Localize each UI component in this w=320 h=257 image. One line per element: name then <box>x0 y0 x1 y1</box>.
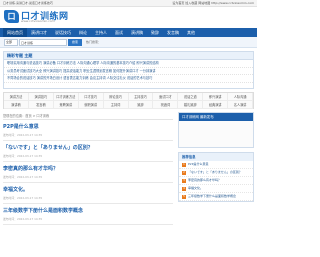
article-title-link[interactable]: 李密真的那么有才华吗？ <box>3 166 173 173</box>
article-title-link[interactable]: 「ないです」と「ありません」の区別？ <box>3 145 173 152</box>
nav-item-debate[interactable]: 辩论 <box>75 28 91 37</box>
category-link[interactable]: 面试口才 <box>153 93 179 100</box>
topics-section: 精彩专题 主题 职场实用沟通与说话技巧 演讲必备 口才训练方法 人际沟通心理学 … <box>3 51 254 89</box>
site-tagline: 口才训练,演讲口才,说话口才训练技巧 <box>3 1 53 5</box>
hot-search-label: 热门搜索： <box>86 40 102 44</box>
nav-item-skills[interactable]: 说话技巧 <box>51 28 75 37</box>
list-item: 「ないです」と「ありません」の区別？ 发布时间：2022-03-17 14:35 <box>3 141 173 162</box>
nav-item-home[interactable]: 网站首页 <box>3 28 27 37</box>
list-item: P2P是什么意思 发布时间：2022-03-17 14:35 <box>3 120 173 141</box>
sidebar-item[interactable]: 3 李密真的那么有才华吗？ <box>179 177 253 185</box>
category-link[interactable]: 就职演讲 <box>79 101 104 108</box>
recommend-box: 推荐信息 1 P2P是什么意思 2 「ないです」と「ありません」の区别？ 3 李密真的… <box>178 152 254 202</box>
top-info-bar: 口才训练,演讲口才,说话口才训练技巧 设为首页 加入收藏 网站地图 http:/… <box>0 0 257 7</box>
article-title-link[interactable]: 三年级数学下册什么是面积数学概念 <box>3 208 173 215</box>
topics-row[interactable]: 职场实用沟通与说话技巧 演讲必备 口才训练方法 人际沟通心理学 人际沟通的基本技… <box>4 60 253 68</box>
category-link[interactable]: 竞聘演讲 <box>54 101 79 108</box>
article-meta: 发布时间：2022-03-17 14:35 <box>3 154 43 158</box>
category-link[interactable]: 演讲方法 <box>4 93 29 100</box>
top-links[interactable]: 设为首页 加入收藏 网站地图 http://www.cctvxiaomin.co… <box>172 0 254 7</box>
category-link[interactable]: 婚礼致辞 <box>178 101 204 108</box>
recommend-box-title: 推荐信息 <box>179 153 253 161</box>
category-row: 演讲方法 演讲技巧 口才训练方法 口才技巧 辩论技巧 主持技巧 面试口才 说话之… <box>4 93 254 101</box>
sidebar-item[interactable]: 1 P2P是什么意思 <box>179 161 253 169</box>
main-nav: 网站首页 演讲口才 说话技巧 辩论 主持人 面试 演讲稿 致辞 发言稿 其他 <box>0 28 257 37</box>
topics-title: 精彩专题 主题 <box>4 52 253 60</box>
rank-badge: 5 <box>182 195 186 199</box>
nav-item-speech-draft[interactable]: 演讲稿 <box>127 28 147 37</box>
rank-badge: 2 <box>182 171 186 175</box>
article-list: 您现在的位置：首页 > 口才训练 P2P是什么意思 发布时间：2022-03-1… <box>3 112 173 257</box>
category-link[interactable]: 演讲技巧 <box>29 93 54 100</box>
category-row: 演讲稿 发言稿 竞聘演讲 就职演讲 主持词 致辞 祝酒词 婚礼致辞 经典演讲 名… <box>4 101 254 109</box>
category-link[interactable]: 即兴演讲 <box>203 93 229 100</box>
rank-badge: 3 <box>182 179 186 183</box>
sidebar-item-label: P2P是什么意思 <box>188 162 209 166</box>
sidebar-item-label: 三年级数学下册什么是面积数学概念 <box>188 194 237 198</box>
latest-box-title: 口才训练网 最新发布 <box>179 113 253 121</box>
article-meta: 发布时间：2022-03-17 14:35 <box>3 133 43 137</box>
nav-item-host[interactable]: 主持人 <box>91 28 111 37</box>
category-link[interactable]: 口才技巧 <box>79 93 104 100</box>
article-title-link[interactable]: 幸福文化。 <box>3 187 173 194</box>
sidebar-item-label: 「ないです」と「ありません」の区别？ <box>188 170 242 174</box>
nav-item-interview[interactable]: 面试 <box>111 28 127 37</box>
search-bar: 全部 搜索 热门搜索： <box>0 37 257 48</box>
topics-row[interactable]: 不同场合的说话技巧 演讲的开场白设计 语言表达能力训练 会议主持词 人际交往礼仪… <box>4 75 253 83</box>
header: 口 口才训练网 www.cctvxiaomin.com <box>0 8 257 27</box>
article-title-link[interactable]: P2P是什么意思 <box>3 124 173 131</box>
category-link[interactable]: 说话之道 <box>178 93 204 100</box>
category-grid: 演讲方法 演讲技巧 口才训练方法 口才技巧 辩论技巧 主持技巧 面试口才 说话之… <box>3 92 254 109</box>
list-item: 三年级数学下册什么是面积数学概念 发布时间：2022-03-17 14:35 <box>3 204 173 225</box>
nav-item-speech[interactable]: 演讲口才 <box>27 28 51 37</box>
category-link[interactable]: 祝酒词 <box>153 101 179 108</box>
category-link[interactable]: 人际沟通 <box>228 93 254 100</box>
nav-item-other[interactable]: 其他 <box>183 28 199 37</box>
category-link[interactable]: 口才训练方法 <box>54 93 79 100</box>
article-meta: 发布时间：2022-03-17 14:35 <box>3 175 43 179</box>
breadcrumb: 您现在的位置：首页 > 口才训练 <box>3 112 173 120</box>
search-button[interactable]: 搜索 <box>68 39 82 46</box>
logo-icon[interactable]: 口 <box>4 10 19 23</box>
list-item: 李密真的那么有才华吗？ 发布时间：2022-03-17 14:35 <box>3 162 173 183</box>
sidebar-item[interactable]: 2 「ないです」と「ありません」の区别？ <box>179 169 253 177</box>
category-link[interactable]: 辩论技巧 <box>104 93 129 100</box>
rank-badge: 1 <box>182 163 186 167</box>
article-meta: 发布时间：2022-03-17 14:35 <box>3 196 43 200</box>
rank-badge: 4 <box>182 187 186 191</box>
sidebar-item[interactable]: 5 三年级数学下册什么是面积数学概念 <box>179 193 253 201</box>
article-meta: 发布时间：2022-03-17 14:35 <box>3 217 43 221</box>
latest-box-body <box>179 121 253 147</box>
list-item: 幸福文化。 发布时间：2022-03-17 14:35 <box>3 183 173 204</box>
site-logo-url: www.cctvxiaomin.com <box>21 19 55 23</box>
sidebar-item[interactable]: 4 幸福文化。 <box>179 185 253 193</box>
category-link[interactable]: 名人演讲 <box>228 101 254 108</box>
nav-item-statement[interactable]: 发言稿 <box>163 28 183 37</box>
sidebar-item-label: 幸福文化。 <box>188 186 204 190</box>
topics-row[interactable]: 公务员考试面试技巧大全 即兴演讲技巧 提高说话能力 职业生涯规划发言稿 如何提升… <box>4 68 253 75</box>
category-link[interactable]: 经典演讲 <box>203 101 229 108</box>
category-link[interactable]: 致辞 <box>129 101 154 108</box>
category-link[interactable]: 主持词 <box>104 101 129 108</box>
category-link[interactable]: 主持技巧 <box>129 93 154 100</box>
category-link[interactable]: 发言稿 <box>29 101 54 108</box>
latest-box: 口才训练网 最新发布 <box>178 112 254 148</box>
search-scope-select[interactable]: 全部 <box>4 39 18 46</box>
sidebar: 口才训练网 最新发布 推荐信息 1 P2P是什么意思 2 「ないです」と「ありません… <box>178 112 254 257</box>
search-input[interactable] <box>19 39 67 46</box>
sidebar-item-label: 李密真的那么有才华吗？ <box>188 178 222 182</box>
nav-item-address[interactable]: 致辞 <box>147 28 163 37</box>
category-link[interactable]: 演讲稿 <box>4 101 29 108</box>
